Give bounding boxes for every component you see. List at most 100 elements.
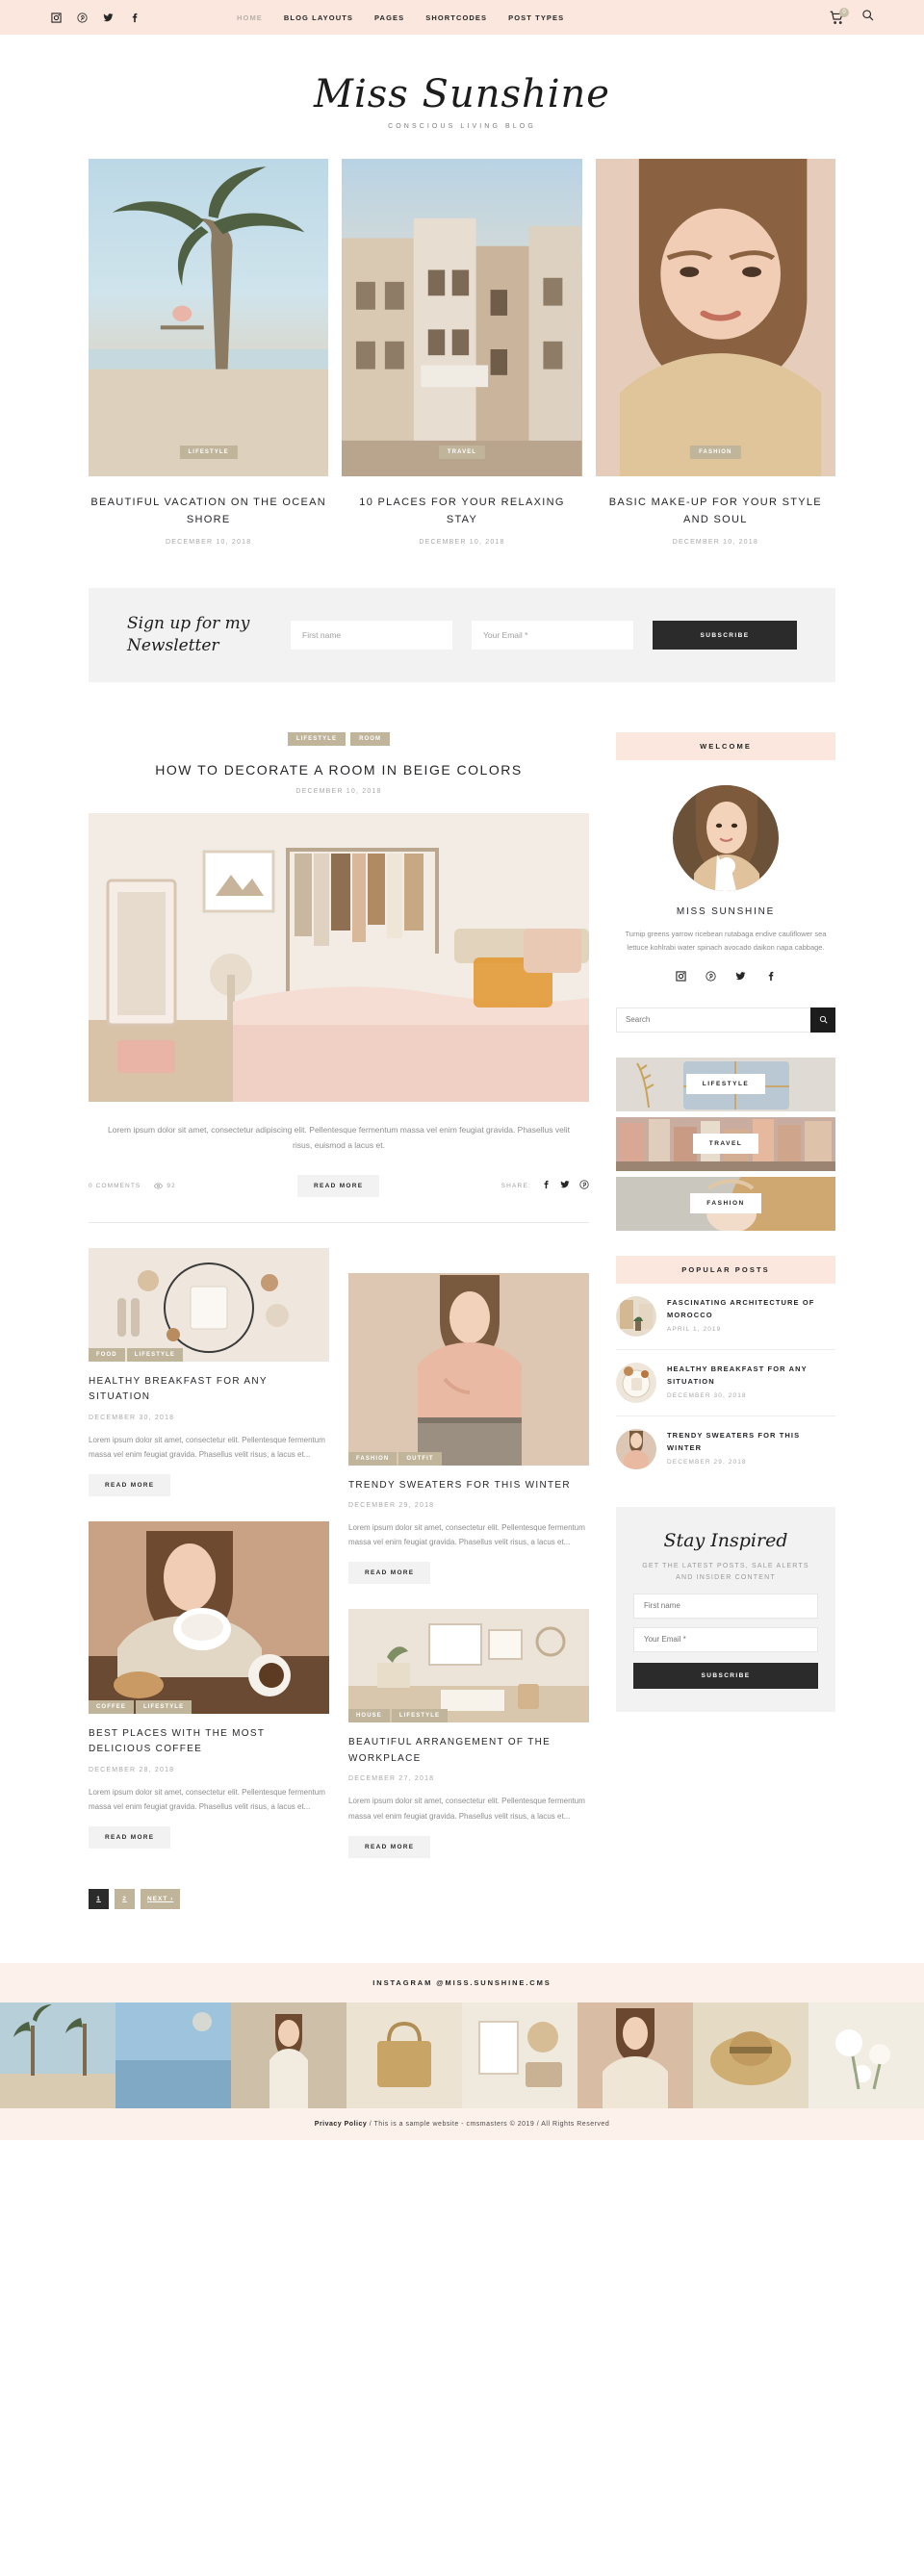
stay-inspired-subtitle: GET THE LATEST POSTS, SALE ALERTS AND IN… (642, 1562, 809, 1582)
popular-post-title[interactable]: FASCINATING ARCHITECTURE OF MOROCCO (667, 1296, 835, 1321)
featured-title[interactable]: BEAUTIFUL VACATION ON THE OCEAN SHORE (89, 494, 328, 528)
post-card-date: DECEMBER 28, 2018 (89, 1766, 175, 1773)
instagram-icon[interactable] (50, 12, 63, 24)
instagram-thumb[interactable] (0, 2002, 116, 2108)
category-box-lifestyle[interactable]: LIFESTYLE (616, 1057, 835, 1111)
category-tag-coffee[interactable]: COFFEE (89, 1699, 134, 1714)
featured-category-tag[interactable]: TRAVEL (438, 446, 486, 459)
twitter-icon[interactable] (735, 969, 746, 986)
featured-image[interactable]: LIFESTYLE (89, 159, 329, 476)
nav-item-shortcodes[interactable]: SHORTCODES (425, 13, 487, 22)
newsletter-subscribe-button[interactable]: SUBSCRIBE (653, 621, 797, 650)
newsletter-email-input[interactable] (472, 621, 633, 650)
popular-post-item[interactable]: FASCINATING ARCHITECTURE OF MOROCCO APRI… (616, 1284, 835, 1350)
instagram-icon[interactable] (676, 969, 686, 986)
stay-subscribe-button[interactable]: SUBSCRIBE (633, 1662, 818, 1689)
featured-card[interactable]: FASHION BASIC MAKE-UP FOR YOUR STYLE AND… (595, 159, 835, 546)
instagram-handle-bar[interactable]: INSTAGRAM @MISS.SUNSHINE.CMS (0, 1962, 924, 2002)
instagram-thumb[interactable] (346, 2002, 462, 2108)
share-box: SHARE: (501, 1177, 589, 1194)
category-tag-house[interactable]: HOUSE (348, 1709, 390, 1723)
search-toggle-button[interactable] (861, 9, 874, 26)
category-tag-fashion[interactable]: FASHION (348, 1451, 398, 1466)
instagram-thumb[interactable] (808, 2002, 924, 2108)
search-submit-button[interactable] (810, 1007, 835, 1033)
featured-category-tag[interactable]: FASHION (690, 446, 741, 459)
nav-item-post-types[interactable]: POST TYPES (508, 13, 564, 22)
post-card-read-more-button[interactable]: READ MORE (348, 1835, 431, 1858)
hero-post-image[interactable] (89, 813, 589, 1103)
popular-post-title[interactable]: TRENDY SWEATERS FOR THIS WINTER (667, 1429, 835, 1454)
post-card-title[interactable]: TRENDY SWEATERS FOR THIS WINTER (348, 1478, 589, 1494)
category-tag-lifestyle[interactable]: LIFESTYLE (126, 1347, 183, 1362)
category-tag-lifestyle[interactable]: LIFESTYLE (135, 1699, 192, 1714)
popular-post-item[interactable]: TRENDY SWEATERS FOR THIS WINTER DECEMBER… (616, 1416, 835, 1482)
instagram-thumb[interactable] (231, 2002, 346, 2108)
post-card-image[interactable]: FASHION OUTFIT (348, 1272, 589, 1466)
workspace-illustration (348, 1609, 589, 1723)
facebook-icon[interactable] (765, 969, 776, 986)
twitter-icon[interactable] (102, 12, 115, 24)
category-box-travel[interactable]: TRAVEL (616, 1116, 835, 1171)
post-card[interactable]: COFFEE LIFESTYLE BEST PLACES WITH THE MO… (89, 1520, 329, 1849)
cart-button[interactable]: 0 (830, 7, 849, 25)
instagram-thumb[interactable] (693, 2002, 808, 2108)
instagram-thumb[interactable] (578, 2002, 693, 2108)
basket-bag-illustration (346, 2002, 462, 2108)
pinterest-icon[interactable] (706, 969, 716, 986)
category-tag-outfit[interactable]: OUTFIT (398, 1451, 442, 1466)
post-card-categories: FASHION OUTFIT (348, 1451, 442, 1466)
breakfast-flatlay-illustration (89, 1247, 329, 1362)
category-tag-room[interactable]: ROOM (350, 732, 391, 747)
featured-card[interactable]: TRAVEL 10 PLACES FOR YOUR RELAXING STAY … (342, 159, 582, 546)
category-box-fashion[interactable]: FASHION (616, 1176, 835, 1231)
share-facebook-icon[interactable] (541, 1177, 551, 1194)
featured-title[interactable]: 10 PLACES FOR YOUR RELAXING STAY (342, 494, 581, 528)
hero-post-title[interactable]: HOW TO DECORATE A ROOM IN BEIGE COLORS (89, 762, 589, 778)
pinterest-icon[interactable] (76, 12, 89, 24)
newsletter-first-name-input[interactable] (291, 621, 452, 650)
stay-first-name-input[interactable] (633, 1593, 818, 1619)
share-twitter-icon[interactable] (560, 1177, 570, 1194)
nav-item-home[interactable]: HOME (237, 13, 263, 22)
instagram-thumb[interactable] (116, 2002, 231, 2108)
stay-email-input[interactable] (633, 1626, 818, 1652)
site-title[interactable]: Miss Sunshine (0, 75, 924, 114)
nav-item-pages[interactable]: PAGES (374, 13, 404, 22)
category-tag-lifestyle[interactable]: LIFESTYLE (391, 1709, 449, 1723)
category-tag-lifestyle[interactable]: LIFESTYLE (287, 732, 346, 747)
post-card-image[interactable]: HOUSE LIFESTYLE (348, 1609, 589, 1723)
post-card-read-more-button[interactable]: READ MORE (89, 1473, 171, 1496)
post-card-title[interactable]: BEST PLACES WITH THE MOST DELICIOUS COFF… (89, 1726, 329, 1758)
share-pinterest-icon[interactable] (579, 1177, 589, 1194)
featured-image[interactable]: TRAVEL (342, 159, 582, 476)
featured-card[interactable]: LIFESTYLE BEAUTIFUL VACATION ON THE OCEA… (89, 159, 329, 546)
pagination-next[interactable]: NEXT › (141, 1888, 181, 1909)
privacy-policy-link[interactable]: Privacy Policy (315, 2121, 367, 2128)
post-card-read-more-button[interactable]: READ MORE (348, 1562, 431, 1585)
post-card-title[interactable]: HEALTHY BREAKFAST FOR ANY SITUATION (89, 1374, 329, 1406)
nav-item-blog-layouts[interactable]: BLOG LAYOUTS (284, 13, 353, 22)
instagram-thumb[interactable] (462, 2002, 578, 2108)
pagination-page-2[interactable]: 2 (115, 1888, 135, 1909)
featured-image[interactable]: FASHION (595, 159, 835, 476)
category-tag-food[interactable]: FOOD (89, 1347, 125, 1362)
pagination-page-1[interactable]: 1 (89, 1888, 109, 1909)
post-card-title[interactable]: BEAUTIFUL ARRANGEMENT OF THE WORKPLACE (348, 1735, 589, 1767)
facebook-icon[interactable] (128, 12, 141, 24)
hero-read-more-button[interactable]: READ MORE (296, 1174, 380, 1197)
post-card[interactable]: FOOD LIFESTYLE HEALTHY BREAKFAST FOR ANY… (89, 1247, 329, 1496)
popular-post-title[interactable]: HEALTHY BREAKFAST FOR ANY SITUATION (667, 1363, 835, 1388)
post-card-image[interactable]: FOOD LIFESTYLE (89, 1247, 329, 1362)
search-input[interactable] (616, 1007, 810, 1033)
featured-title[interactable]: BASIC MAKE-UP FOR YOUR STYLE AND SOUL (596, 494, 835, 528)
post-card-read-more-button[interactable]: READ MORE (89, 1826, 171, 1849)
post-card[interactable]: FASHION OUTFIT TRENDY SWEATERS FOR THIS … (348, 1272, 589, 1585)
sidebar: WELCOME MISS SUNSHINE Turnip greens yarr… (616, 732, 835, 1737)
post-card-image[interactable]: COFFEE LIFESTYLE (89, 1520, 329, 1714)
comments-count[interactable]: 0 COMMENTS (89, 1183, 141, 1189)
post-card[interactable]: HOUSE LIFESTYLE BEAUTIFUL ARRANGEMENT OF… (348, 1609, 589, 1858)
widget-categories: LIFESTYLE TRAVEL FASHION (616, 1057, 835, 1231)
featured-category-tag[interactable]: LIFESTYLE (179, 446, 238, 459)
popular-post-item[interactable]: HEALTHY BREAKFAST FOR ANY SITUATION DECE… (616, 1350, 835, 1416)
